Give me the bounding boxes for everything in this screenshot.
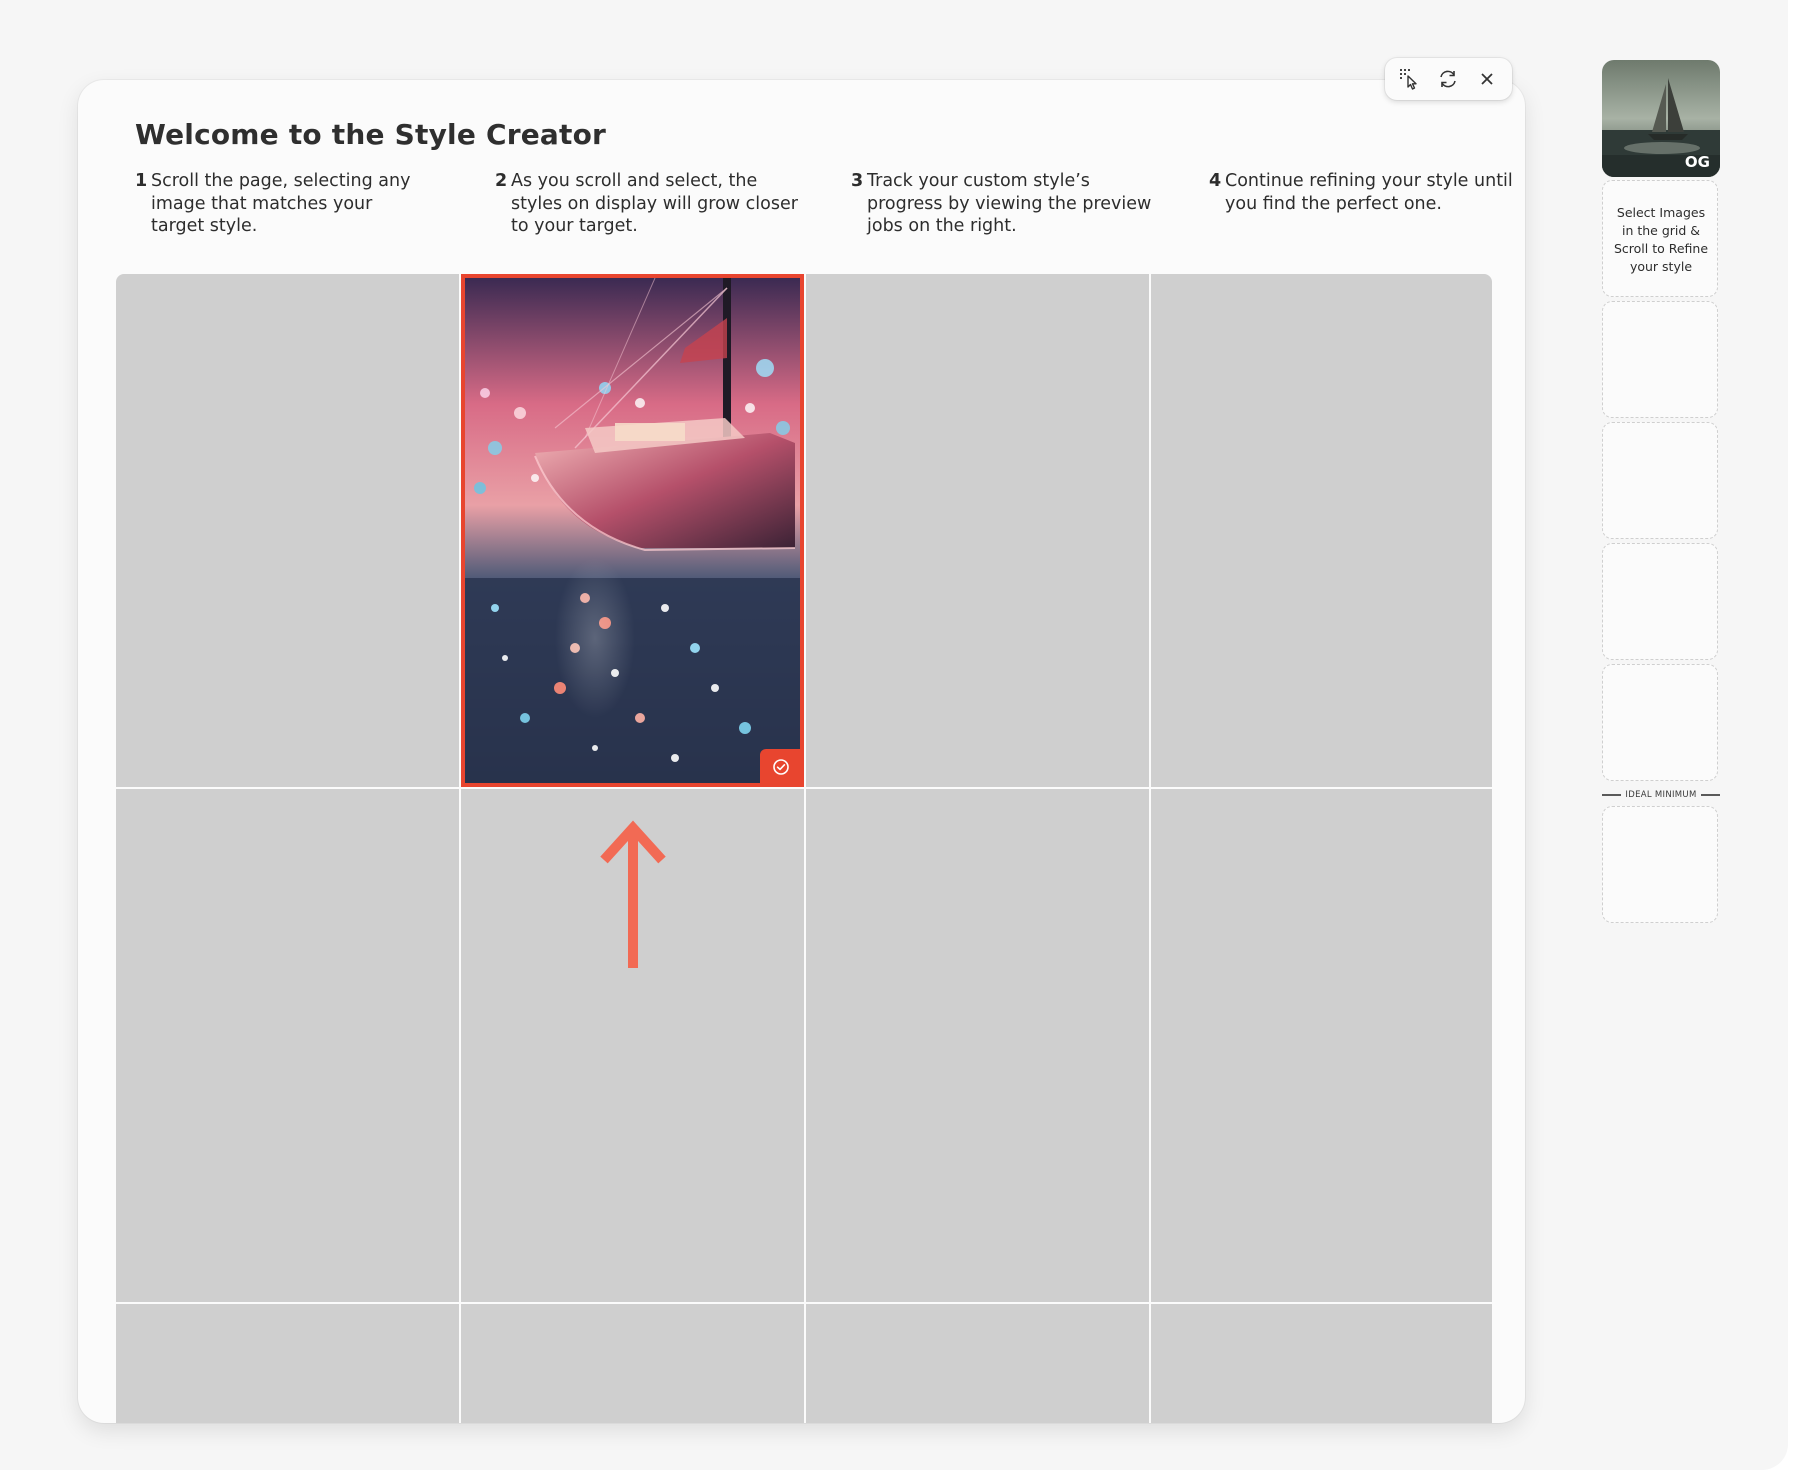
step-4: 4 Continue refining your style until you… [1209, 170, 1524, 215]
multi-select-button[interactable] [1394, 63, 1426, 95]
multi-select-pointer-icon [1400, 69, 1417, 90]
sailboat-image [465, 278, 800, 783]
grid-cell[interactable] [1151, 274, 1492, 787]
grid-cell[interactable] [1151, 789, 1492, 1302]
step-3: 3 Track your custom style’s progress by … [851, 170, 1166, 238]
grid-cell[interactable] [806, 274, 1149, 787]
preview-slot [1602, 543, 1718, 660]
step-number: 4 [1209, 171, 1222, 191]
step-text: Track your custom style’s progress by vi… [867, 171, 1152, 236]
preview-slot [1602, 301, 1718, 418]
preview-slot [1602, 422, 1718, 539]
grid-cell[interactable] [1151, 1304, 1492, 1423]
ideal-minimum-label: IDEAL MINIMUM [1625, 790, 1697, 800]
step-2: 2 As you scroll and select, the styles o… [495, 170, 810, 238]
grid-cell[interactable] [116, 789, 459, 1302]
step-text: As you scroll and select, the styles on … [511, 171, 798, 236]
step-number: 3 [851, 171, 864, 191]
preview-slot-hint: Select Images in the grid & Scroll to Re… [1602, 180, 1718, 297]
grid-cell[interactable] [806, 1304, 1149, 1423]
grid-cell[interactable] [806, 789, 1149, 1302]
ideal-minimum-marker: IDEAL MINIMUM [1602, 788, 1721, 802]
panel-toolbar [1385, 58, 1512, 100]
divider [1602, 794, 1622, 796]
step-number: 2 [495, 171, 508, 191]
step-text: Scroll the page, selecting any image tha… [151, 171, 411, 236]
divider [1700, 794, 1721, 796]
grid-cell[interactable] [461, 1304, 804, 1423]
refresh-icon [1440, 70, 1457, 88]
grid-cell[interactable] [116, 1304, 459, 1423]
grid-cell[interactable] [116, 274, 459, 787]
close-button[interactable] [1471, 63, 1503, 95]
refresh-button[interactable] [1432, 63, 1464, 95]
selected-check-badge [760, 749, 802, 785]
page-title: Welcome to the Style Creator [135, 118, 607, 151]
preview-slot [1602, 806, 1718, 923]
og-label: OG [1684, 153, 1710, 171]
style-creator-panel: Welcome to the Style Creator 1 Scroll th… [78, 80, 1525, 1423]
close-icon [1481, 73, 1493, 85]
refine-hint-text: Select Images in the grid & Scroll to Re… [1613, 204, 1709, 274]
grid-cell-selected[interactable] [461, 274, 804, 787]
original-style-thumbnail[interactable]: OG [1602, 60, 1720, 177]
step-number: 1 [135, 171, 148, 191]
step-text: Continue refining your style until you f… [1225, 171, 1513, 214]
check-circle-icon [773, 759, 789, 775]
style-image-grid [116, 274, 1492, 1423]
step-1: 1 Scroll the page, selecting any image t… [135, 170, 450, 238]
arrow-up-icon [600, 820, 666, 968]
preview-slot [1602, 664, 1718, 781]
instruction-steps: 1 Scroll the page, selecting any image t… [135, 170, 1513, 250]
